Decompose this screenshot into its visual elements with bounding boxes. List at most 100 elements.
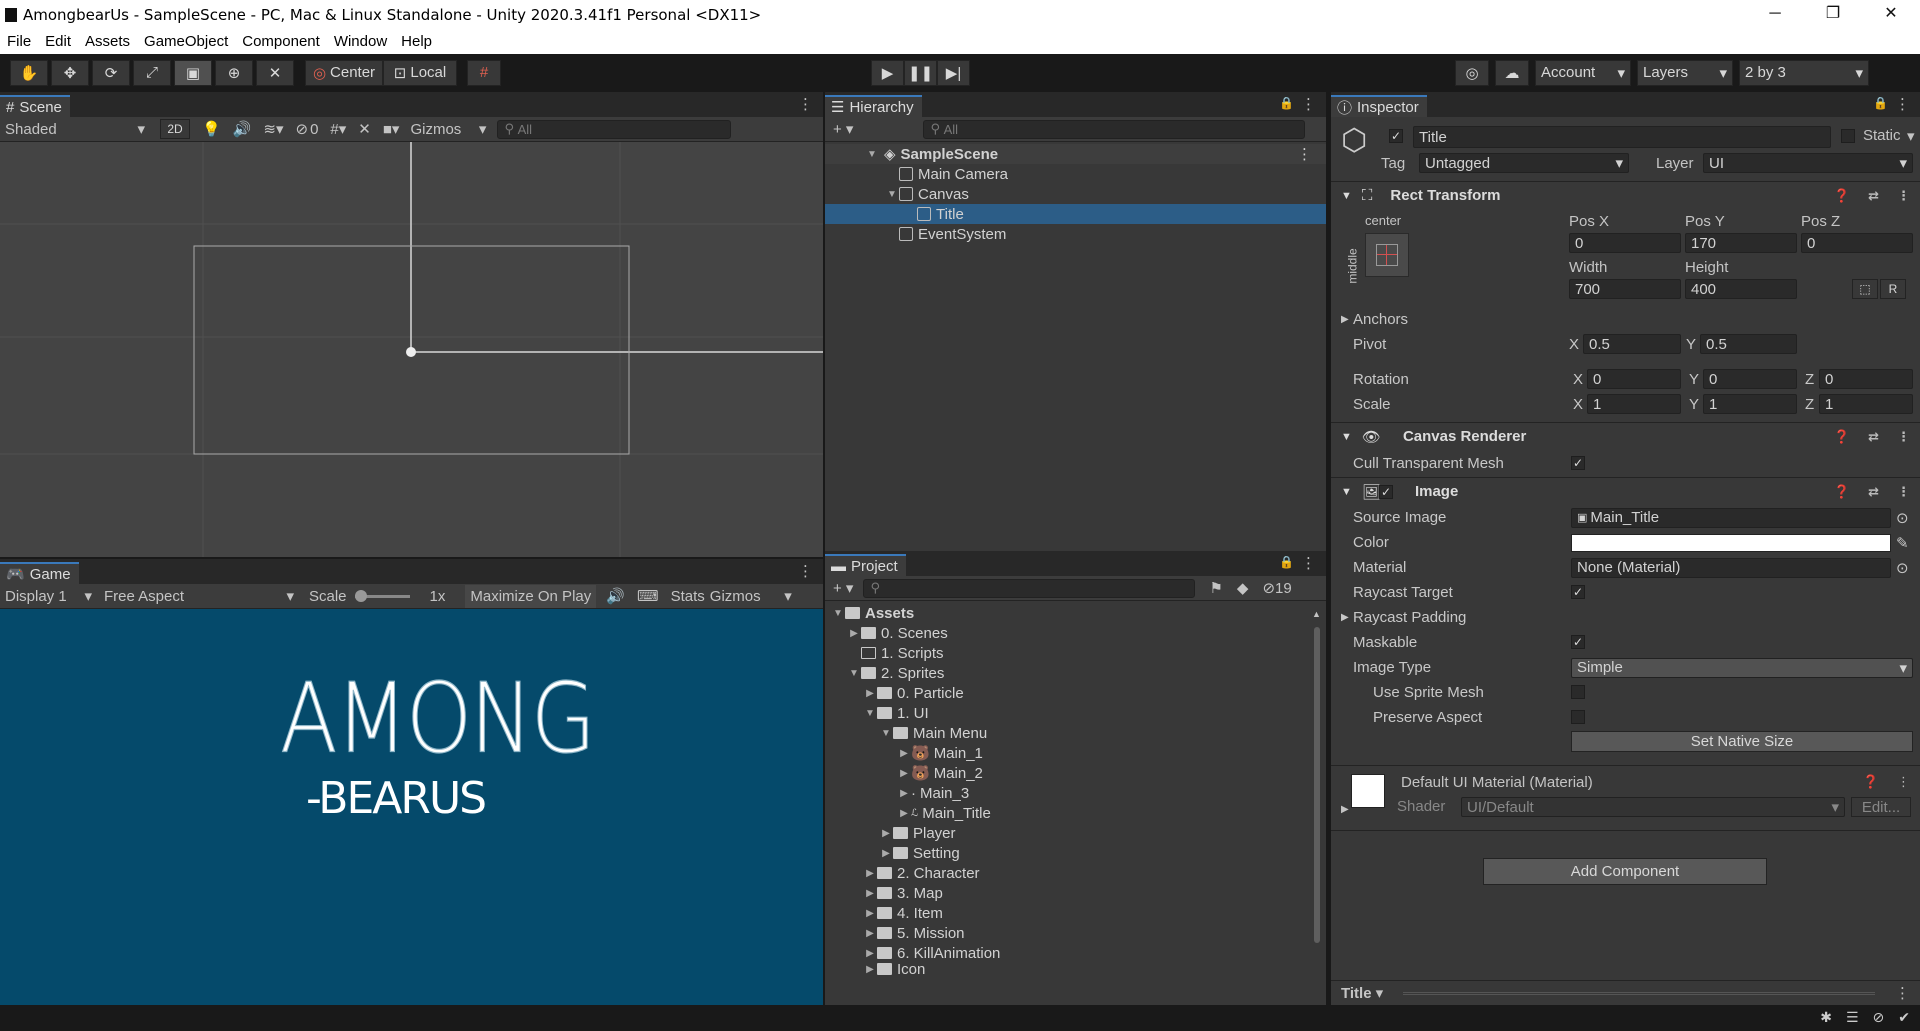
lock-icon[interactable]: 🔒 xyxy=(1279,96,1294,110)
scale-slider[interactable] xyxy=(354,589,410,602)
more-icon[interactable]: ⋮ xyxy=(1895,95,1910,113)
project-scrollbar[interactable]: ▲ xyxy=(1312,609,1322,943)
set-native-size-button[interactable]: Set Native Size xyxy=(1571,731,1913,752)
help-icon[interactable]: ❓ xyxy=(1834,484,1850,500)
menu-file[interactable]: File xyxy=(0,33,38,50)
posz-field[interactable]: 0 xyxy=(1801,233,1913,253)
hierarchy-search-input[interactable]: ⚲ All xyxy=(923,119,1306,139)
tab-hierarchy[interactable]: ☰ Hierarchy xyxy=(825,95,922,117)
tree-item-main-2[interactable]: ▶ 🐻 Main_2 xyxy=(825,763,1310,783)
menu-edit[interactable]: Edit xyxy=(38,33,78,50)
anchor-preset-button[interactable] xyxy=(1365,233,1409,277)
chevron-down-icon[interactable]: ▾ xyxy=(1376,984,1384,1002)
shading-dropdown[interactable]: Shaded ▾ xyxy=(0,120,150,139)
pivot-x-field[interactable]: 0.5 xyxy=(1583,334,1681,354)
object-picker-icon[interactable]: ⊙ xyxy=(1896,509,1909,527)
tree-item-mission[interactable]: ▶ 5. Mission xyxy=(825,923,1310,943)
custom-tool-icon[interactable]: ✕ xyxy=(256,59,294,86)
height-field[interactable]: 400 xyxy=(1685,279,1797,299)
canvas-renderer-header[interactable]: ▼ 👁 Canvas Renderer ❓ ⇄ ⋮ xyxy=(1331,422,1920,450)
more-icon[interactable]: ⋮ xyxy=(1301,95,1316,113)
menu-component[interactable]: Component xyxy=(235,33,327,50)
audio-icon[interactable]: 🔊 xyxy=(233,120,252,138)
more-icon[interactable]: ⋮ xyxy=(798,562,813,580)
active-checkbox[interactable]: ✓ xyxy=(1389,129,1403,143)
preserve-aspect-checkbox[interactable] xyxy=(1571,710,1585,724)
rotation-z-field[interactable]: 0 xyxy=(1819,369,1913,389)
hidden-packages-icon[interactable]: ⊘ xyxy=(1262,579,1275,597)
help-icon[interactable]: ❓ xyxy=(1863,774,1879,790)
tree-item-eventsystem[interactable]: EventSystem xyxy=(825,224,1326,244)
static-checkbox[interactable] xyxy=(1841,129,1855,143)
tree-item-icon[interactable]: ▶ Icon xyxy=(825,963,1310,975)
game-view[interactable]: AMONG -BEARUS xyxy=(0,609,823,1005)
tools-icon[interactable]: ✕ xyxy=(358,120,371,138)
tree-item-killanimation[interactable]: ▶ 6. KillAnimation xyxy=(825,943,1310,963)
aspect-dropdown[interactable]: Free Aspect ▾ xyxy=(99,587,299,606)
tree-item-player[interactable]: ▶ Player xyxy=(825,823,1310,843)
anchors-row[interactable]: ▶ Anchors xyxy=(1331,307,1920,332)
pivot-local-button[interactable]: ⊡ Local xyxy=(383,59,457,86)
tree-item-assets[interactable]: ▼ Assets xyxy=(825,603,1310,623)
collab-icon[interactable]: ◎ xyxy=(1455,59,1489,86)
tab-scene[interactable]: # Scene xyxy=(0,95,70,117)
edit-shader-button[interactable]: Edit... xyxy=(1851,797,1911,817)
scale-y-field[interactable]: 1 xyxy=(1703,394,1797,414)
preview-title[interactable]: Title xyxy=(1341,985,1372,1002)
tree-item-main-3[interactable]: ▶ · Main_3 xyxy=(825,783,1310,803)
more-icon[interactable]: ⋮ xyxy=(1897,774,1910,790)
minimize-button[interactable]: ─ xyxy=(1746,0,1804,29)
scale-x-field[interactable]: 1 xyxy=(1587,394,1681,414)
help-icon[interactable]: ❓ xyxy=(1834,188,1850,204)
mute-icon[interactable]: 🔊 xyxy=(606,587,625,605)
object-name-field[interactable]: Title xyxy=(1413,126,1831,148)
step-button[interactable]: ▶| xyxy=(937,59,970,86)
scene-search-input[interactable]: ⚲ All xyxy=(497,119,732,139)
lighting-icon[interactable]: 💡 xyxy=(202,120,221,138)
tree-item-sprites[interactable]: ▼ 2. Sprites xyxy=(825,663,1310,683)
pivot-y-field[interactable]: 0.5 xyxy=(1700,334,1797,354)
cull-checkbox[interactable]: ✓ xyxy=(1571,456,1585,470)
use-sprite-mesh-checkbox[interactable] xyxy=(1571,685,1585,699)
image-type-dropdown[interactable]: Simple ▾ xyxy=(1571,657,1913,678)
tree-item-main-title[interactable]: ▶ ℒ Main_Title xyxy=(825,803,1310,823)
stats-button[interactable]: Stats xyxy=(671,588,705,605)
progress-icon[interactable]: ☰ xyxy=(1846,1009,1859,1026)
source-image-field[interactable]: ▣ Main_Title xyxy=(1571,507,1891,528)
tree-item-character[interactable]: ▶ 2. Character xyxy=(825,863,1310,883)
material-field[interactable]: None (Material) xyxy=(1571,557,1891,578)
posy-field[interactable]: 170 xyxy=(1685,233,1797,253)
more-icon[interactable]: ⋮ xyxy=(1895,984,1910,1002)
layout-dropdown[interactable]: 2 by 3 ▾ xyxy=(1739,59,1869,86)
transform-tool-icon[interactable]: ⊕ xyxy=(215,59,253,86)
rect-tool-icon[interactable]: ▣ xyxy=(174,59,212,86)
debug-icon[interactable]: ✱ xyxy=(1820,1009,1832,1026)
more-icon[interactable]: ⋮ xyxy=(1897,484,1910,500)
rotate-tool-icon[interactable]: ⟳ xyxy=(92,59,130,86)
tree-item-setting[interactable]: ▶ Setting xyxy=(825,843,1310,863)
tree-item-map[interactable]: ▶ 3. Map xyxy=(825,883,1310,903)
filter-type-icon[interactable]: ⚑ xyxy=(1209,579,1222,597)
maskable-checkbox[interactable]: ✓ xyxy=(1571,635,1585,649)
menu-gameobject[interactable]: GameObject xyxy=(137,33,235,50)
add-icon[interactable]: + ▾ xyxy=(833,120,853,138)
raw-edit-button[interactable]: R xyxy=(1880,279,1906,299)
tree-item-particle[interactable]: ▶ 0. Particle xyxy=(825,683,1310,703)
tree-item-main-camera[interactable]: Main Camera xyxy=(825,164,1326,184)
hidden-objects-icon[interactable]: ⊘ xyxy=(295,120,308,138)
layer-dropdown[interactable]: UI ▾ xyxy=(1703,153,1913,173)
pause-button[interactable]: ❚❚ xyxy=(904,59,937,86)
layers-dropdown[interactable]: Layers ▾ xyxy=(1637,59,1733,86)
tree-item-item[interactable]: ▶ 4. Item xyxy=(825,903,1310,923)
tree-item-canvas[interactable]: ▼ Canvas xyxy=(825,184,1326,204)
close-button[interactable]: ✕ xyxy=(1862,0,1920,29)
menu-assets[interactable]: Assets xyxy=(78,33,137,50)
restore-button[interactable]: ❐ xyxy=(1804,0,1862,29)
scene-view[interactable] xyxy=(0,142,823,557)
move-tool-icon[interactable]: ✥ xyxy=(51,59,89,86)
rotation-y-field[interactable]: 0 xyxy=(1703,369,1797,389)
raycast-padding-row[interactable]: ▶ Raycast Padding xyxy=(1331,605,1920,630)
color-swatch[interactable] xyxy=(1571,533,1891,552)
grid-snap-icon[interactable]: # xyxy=(467,59,501,86)
play-button[interactable]: ▶ xyxy=(871,59,904,86)
